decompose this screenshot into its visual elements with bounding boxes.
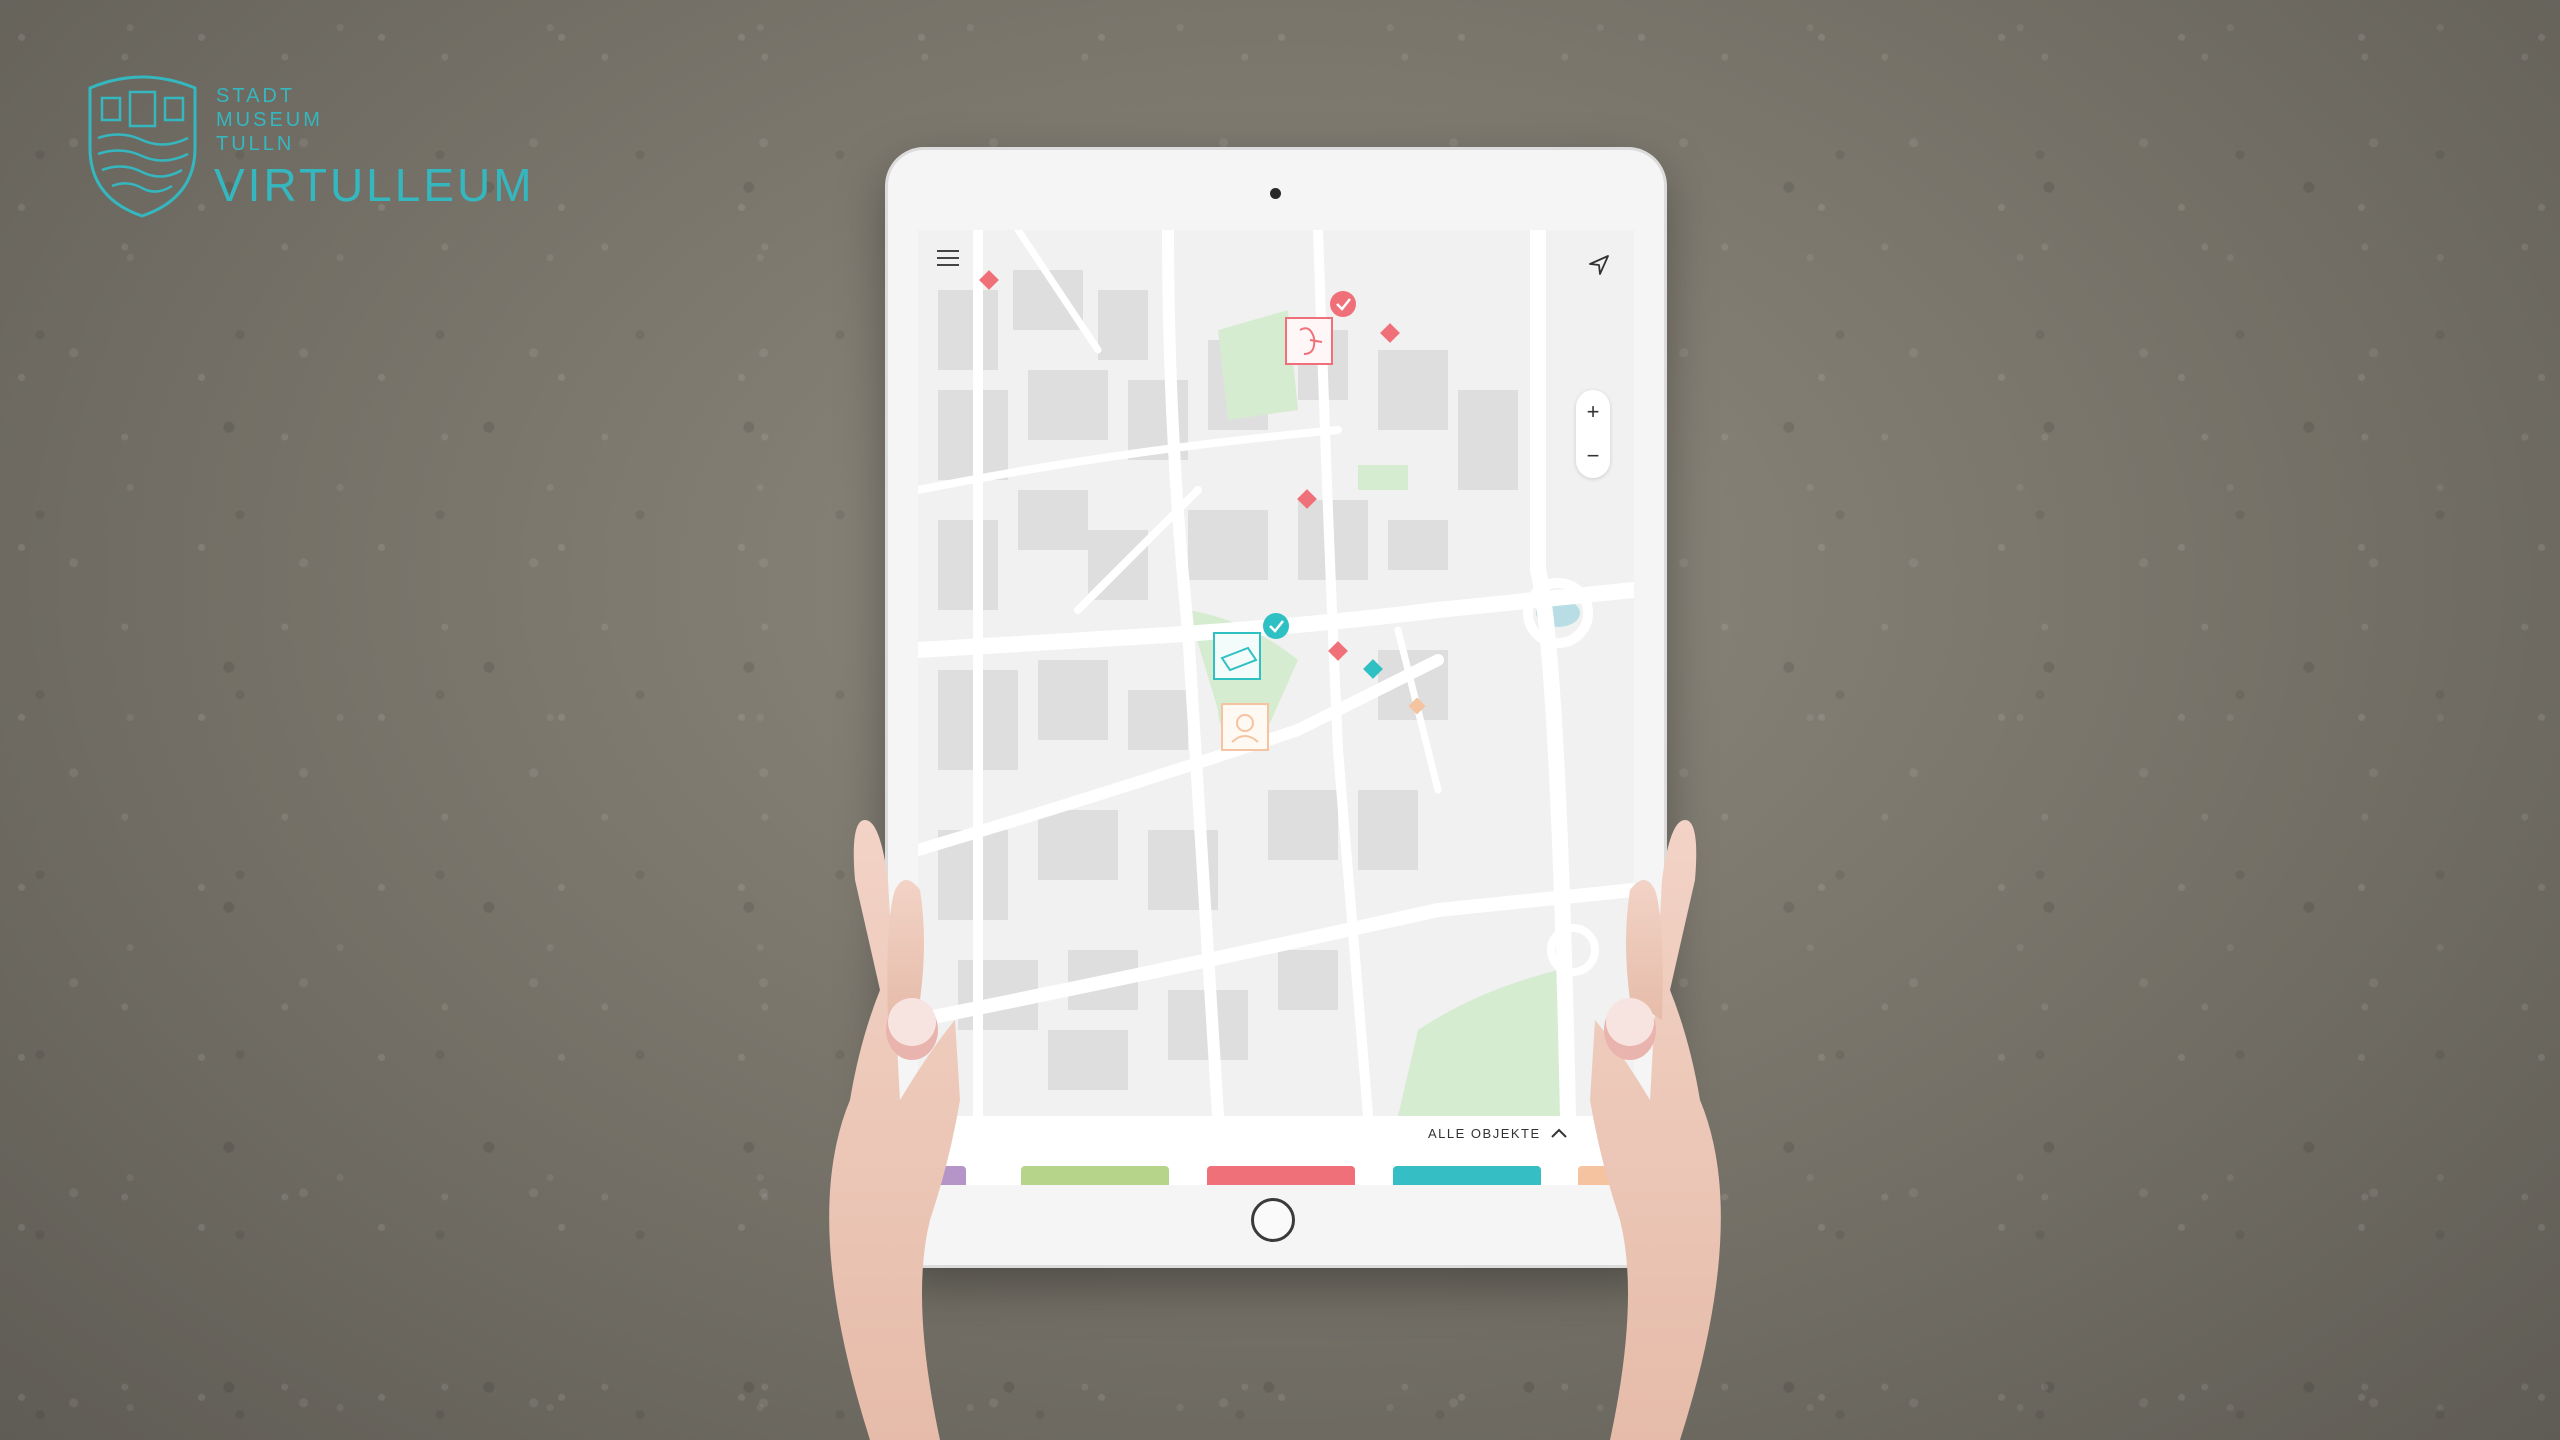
- visited-check-icon: [1330, 291, 1356, 317]
- zoom-out-button[interactable]: −: [1576, 434, 1610, 478]
- visited-check-icon: [1263, 613, 1289, 639]
- object-thumbnail-red[interactable]: [1285, 317, 1333, 365]
- logo-wordmark: VIRTULLEUM: [214, 159, 535, 211]
- logo-subtitle: STADT MUSEUM TULLN: [216, 85, 323, 155]
- holding-hands: [829, 820, 1721, 1440]
- object-thumbnail-orange[interactable]: [1221, 703, 1269, 751]
- front-camera: [1270, 188, 1281, 199]
- locate-me-button[interactable]: [1582, 248, 1616, 282]
- hamburger-menu-icon: [937, 250, 959, 266]
- virtulleum-logo: STADT MUSEUM TULLN VIRTULLEUM: [80, 68, 540, 228]
- menu-button[interactable]: [930, 240, 966, 276]
- zoom-control: + −: [1576, 390, 1610, 478]
- zoom-in-button[interactable]: +: [1576, 390, 1610, 434]
- object-thumbnail-teal[interactable]: [1213, 632, 1261, 680]
- city-seal-icon: [88, 75, 197, 218]
- navigation-arrow-icon: [1589, 255, 1609, 275]
